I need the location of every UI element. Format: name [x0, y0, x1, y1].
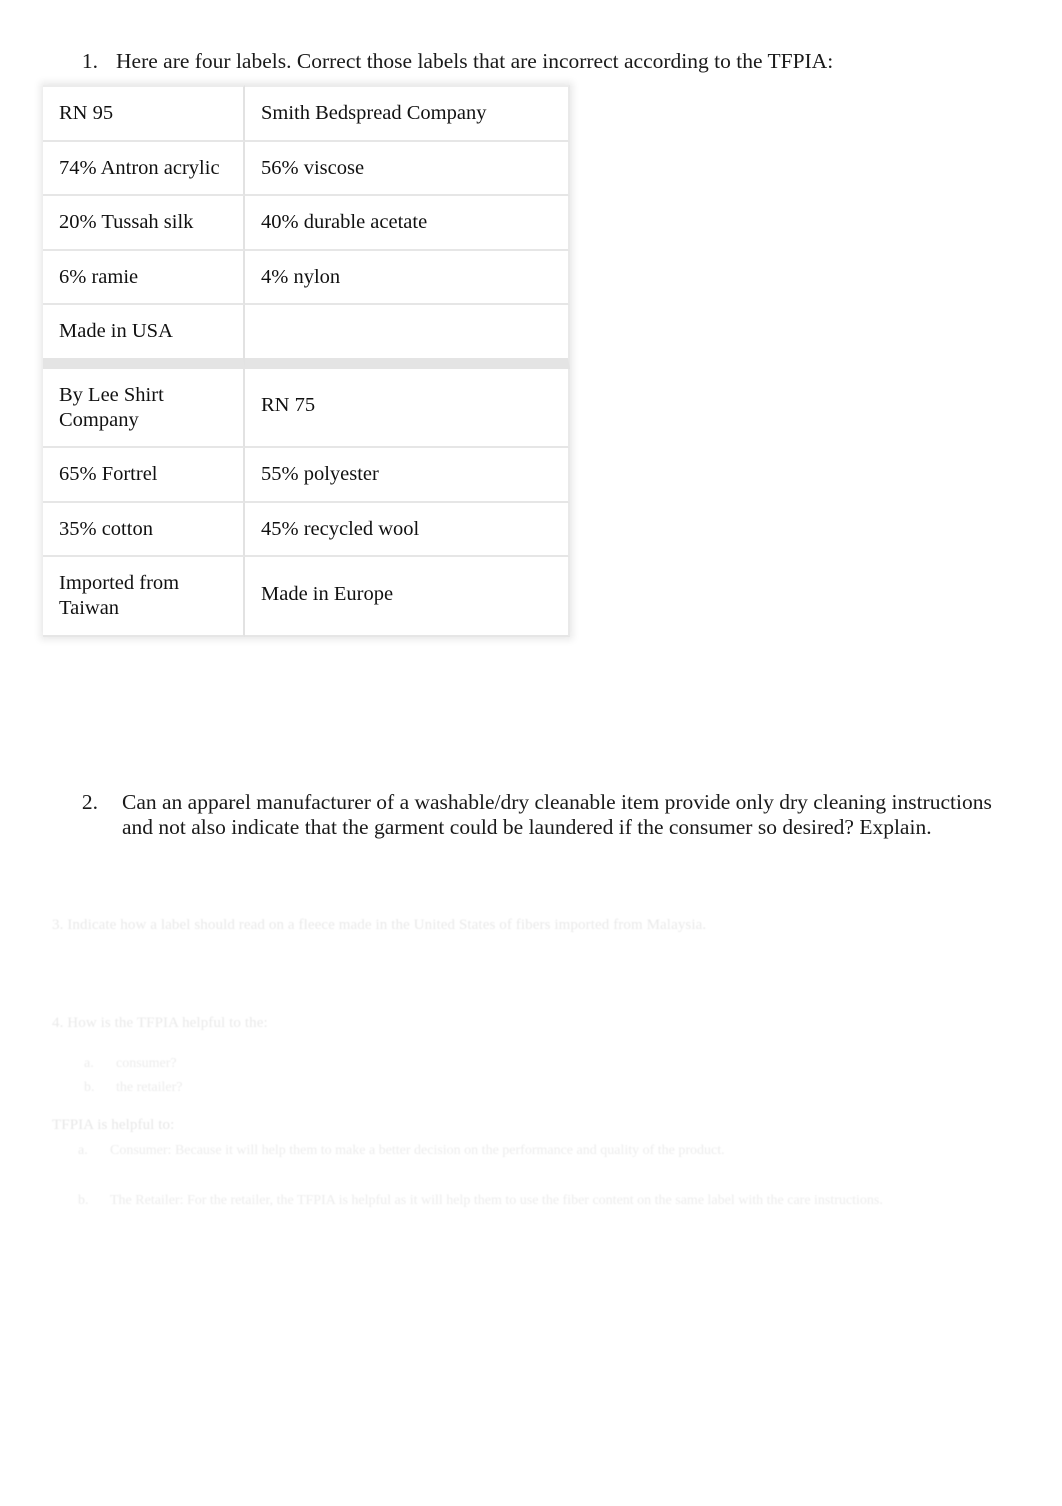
label-cell-left: RN 95 — [43, 85, 245, 142]
labels-table-container: RN 95 Smith Bedspread Company 74% Antron… — [43, 85, 570, 637]
faded-answer-letter: a. — [78, 1143, 88, 1158]
faded-sub-text: the retailer? — [116, 1080, 183, 1095]
label-cell-left: 35% cotton — [43, 502, 245, 558]
faded-sub-text: consumer? — [116, 1056, 177, 1071]
faded-answer-text: The Retailer: For the retailer, the TFPI… — [110, 1193, 883, 1208]
table-row: RN 95 Smith Bedspread Company — [43, 85, 570, 142]
label-cell-right — [245, 305, 570, 369]
label-cell-right: 56% viscose — [245, 141, 570, 197]
table-row: 35% cotton 45% recycled wool — [43, 502, 570, 558]
table-row: Made in USA — [43, 305, 570, 369]
faded-question-4-sub-b: b. the retailer? — [84, 1077, 584, 1098]
question-item-1: 1. Here are four labels. Correct those l… — [80, 49, 1010, 74]
table-row: By Lee Shirt Company RN 75 — [43, 368, 570, 449]
table-row: 6% ramie 4% nylon — [43, 250, 570, 306]
question-text: Can an apparel manufacturer of a washabl… — [122, 790, 992, 839]
question-number: 1. — [81, 49, 98, 73]
label-cell-left: By Lee Shirt Company — [43, 368, 245, 449]
faded-answer-text: Consumer: Because it will help them to m… — [110, 1143, 725, 1158]
label-cell-right: RN 75 — [245, 368, 570, 449]
label-cell-right: 45% recycled wool — [245, 502, 570, 558]
label-cell-left: 20% Tussah silk — [43, 196, 245, 251]
faded-answer-letter: b. — [78, 1193, 89, 1208]
label-cell-left: Made in USA — [43, 305, 245, 369]
question-number: 2. — [81, 790, 98, 814]
question-item-2: 2. Can an apparel manufacturer of a wash… — [80, 790, 995, 840]
labels-table: RN 95 Smith Bedspread Company 74% Antron… — [43, 85, 570, 637]
label-cell-left: 6% ramie — [43, 250, 245, 306]
label-cell-left: 65% Fortrel — [43, 448, 245, 503]
faded-question-3: 3. Indicate how a label should read on a… — [52, 917, 707, 933]
label-cell-right: 4% nylon — [245, 250, 570, 306]
label-cell-right: Made in Europe — [245, 557, 570, 637]
document-page: 1. Here are four labels. Correct those l… — [0, 0, 1062, 1506]
table-row: 65% Fortrel 55% polyester — [43, 448, 570, 503]
table-row: 20% Tussah silk 40% durable acetate — [43, 196, 570, 251]
faded-answer-b: b. The Retailer: For the retailer, the T… — [78, 1190, 1008, 1211]
label-cell-right: 40% durable acetate — [245, 196, 570, 251]
faded-question-4-sub-a: a. consumer? — [84, 1053, 584, 1074]
table-row: 74% Antron acrylic 56% viscose — [43, 141, 570, 197]
faded-answer-heading: TFPIA is helpful to: — [52, 1117, 175, 1133]
faded-answer-a: a. Consumer: Because it will help them t… — [78, 1140, 1008, 1161]
labels-table-body: RN 95 Smith Bedspread Company 74% Antron… — [43, 85, 570, 637]
label-cell-right: Smith Bedspread Company — [245, 85, 570, 142]
label-cell-left: 74% Antron acrylic — [43, 141, 245, 197]
table-row: Imported from Taiwan Made in Europe — [43, 557, 570, 637]
question-text: Here are four labels. Correct those labe… — [116, 49, 834, 73]
label-cell-left: Imported from Taiwan — [43, 557, 245, 637]
label-cell-right: 55% polyester — [245, 448, 570, 503]
faded-question-4: 4. How is the TFPIA helpful to the: — [52, 1015, 268, 1031]
faded-sub-letter: b. — [84, 1080, 95, 1095]
faded-sub-letter: a. — [84, 1056, 94, 1071]
